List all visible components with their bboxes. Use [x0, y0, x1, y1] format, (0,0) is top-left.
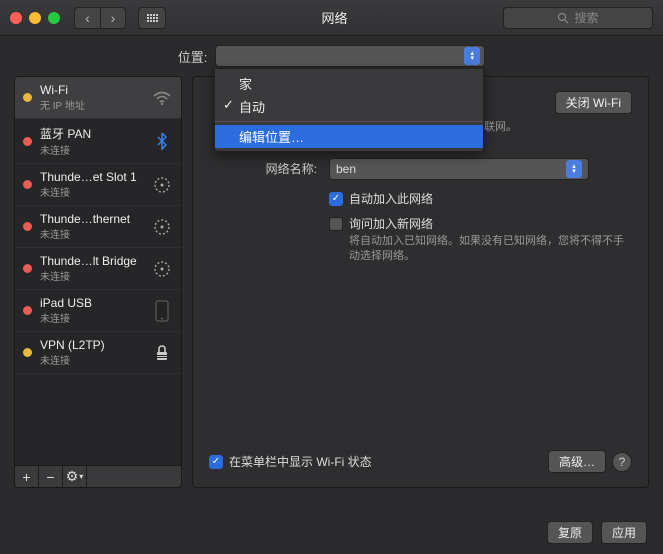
service-name: VPN (L2TP) — [40, 338, 143, 352]
service-item-1[interactable]: 蓝牙 PAN未连接 — [15, 119, 181, 164]
status-dot — [23, 93, 32, 102]
ipad-icon — [151, 300, 173, 322]
chevron-updown-icon: ▴▾ — [464, 47, 480, 65]
status-dot — [23, 264, 32, 273]
service-item-4[interactable]: Thunde…lt Bridge未连接 — [15, 248, 181, 290]
service-sub: 未连接 — [40, 352, 143, 367]
window-title: 网络 — [174, 8, 495, 27]
service-name: Thunde…et Slot 1 — [40, 170, 143, 184]
help-button[interactable]: ? — [612, 452, 632, 472]
service-sub: 未连接 — [40, 226, 143, 241]
sidebar: Wi-Fi无 IP 地址蓝牙 PAN未连接Thunde…et Slot 1未连接… — [14, 76, 182, 488]
auto-join-label: 自动加入此网络 — [349, 190, 433, 207]
ask-join-label: 询问加入新网络 — [349, 215, 433, 232]
service-item-2[interactable]: Thunde…et Slot 1未连接 — [15, 164, 181, 206]
traffic-lights — [10, 12, 60, 24]
menu-separator — [215, 121, 483, 122]
service-item-6[interactable]: VPN (L2TP)未连接 — [15, 332, 181, 374]
status-dot — [23, 306, 32, 315]
location-option-auto[interactable]: 自动 — [215, 95, 483, 118]
advanced-button[interactable]: 高级… — [548, 450, 606, 473]
status-dot — [23, 137, 32, 146]
footer-buttons: 复原 应用 — [547, 521, 647, 544]
menubar-label: 在菜单栏中显示 Wi-Fi 状态 — [229, 453, 372, 470]
service-sub: 无 IP 地址 — [40, 97, 143, 112]
search-icon — [557, 12, 569, 24]
location-label: 位置: — [178, 47, 208, 66]
close-icon[interactable] — [10, 12, 22, 24]
service-sub: 未连接 — [40, 310, 143, 325]
ask-join-checkbox[interactable] — [329, 217, 343, 231]
service-item-3[interactable]: Thunde…thernet未连接 — [15, 206, 181, 248]
ask-join-hint: 将自动加入已知网络。如果没有已知网络，您将不得不手动选择网络。 — [349, 234, 632, 265]
minimize-icon[interactable] — [29, 12, 41, 24]
auto-join-checkbox[interactable]: ✓ — [329, 192, 343, 206]
service-actions-button[interactable]: ⚙︎▾ — [63, 466, 87, 487]
status-dot — [23, 180, 32, 189]
network-name-label: 网络名称: — [209, 158, 329, 177]
wifi-icon — [151, 87, 173, 109]
service-name: Thunde…thernet — [40, 212, 143, 226]
thunderbolt-icon — [151, 216, 173, 238]
grid-icon — [147, 14, 158, 22]
titlebar: ‹ › 网络 搜索 — [0, 0, 663, 36]
zoom-icon[interactable] — [48, 12, 60, 24]
remove-service-button[interactable]: − — [39, 466, 63, 487]
location-option-home[interactable]: 家 — [215, 72, 483, 95]
search-input[interactable]: 搜索 — [503, 7, 653, 29]
location-edit[interactable]: 编辑位置… — [215, 125, 483, 148]
service-name: 蓝牙 PAN — [40, 125, 143, 142]
service-toolbar: + − ⚙︎▾ — [14, 466, 182, 488]
location-row: 位置: ▴▾ 家 自动 编辑位置… — [0, 36, 663, 76]
search-placeholder: 搜索 — [574, 9, 598, 26]
service-sub: 未连接 — [40, 184, 143, 199]
network-name-value: ben — [336, 162, 356, 176]
service-sub: 未连接 — [40, 268, 143, 283]
menubar-checkbox[interactable]: ✓ — [209, 455, 223, 469]
bluetooth-icon — [151, 130, 173, 152]
service-name: Wi-Fi — [40, 83, 143, 97]
apply-button[interactable]: 应用 — [601, 521, 647, 544]
revert-button[interactable]: 复原 — [547, 521, 593, 544]
chevron-updown-icon: ▴▾ — [566, 160, 582, 178]
service-item-5[interactable]: iPad USB未连接 — [15, 290, 181, 332]
service-name: iPad USB — [40, 296, 143, 310]
add-service-button[interactable]: + — [15, 466, 39, 487]
show-all-button[interactable] — [138, 7, 166, 29]
thunderbolt-icon — [151, 258, 173, 280]
network-name-select[interactable]: ben ▴▾ — [329, 158, 589, 180]
location-dropdown: 家 自动 编辑位置… — [214, 68, 484, 152]
status-dot — [23, 348, 32, 357]
forward-button[interactable]: › — [100, 7, 126, 29]
service-name: Thunde…lt Bridge — [40, 254, 143, 268]
status-dot — [23, 222, 32, 231]
toggle-wifi-button[interactable]: 关闭 Wi-Fi — [555, 91, 632, 114]
lock-icon — [151, 342, 173, 364]
nav-buttons: ‹ › — [74, 7, 126, 29]
service-item-0[interactable]: Wi-Fi无 IP 地址 — [15, 77, 181, 119]
thunderbolt-icon — [151, 174, 173, 196]
service-sub: 未连接 — [40, 142, 143, 157]
back-button[interactable]: ‹ — [74, 7, 100, 29]
gear-icon: ⚙︎ — [66, 468, 79, 485]
service-list[interactable]: Wi-Fi无 IP 地址蓝牙 PAN未连接Thunde…et Slot 1未连接… — [14, 76, 182, 466]
location-select[interactable]: ▴▾ — [215, 45, 485, 67]
